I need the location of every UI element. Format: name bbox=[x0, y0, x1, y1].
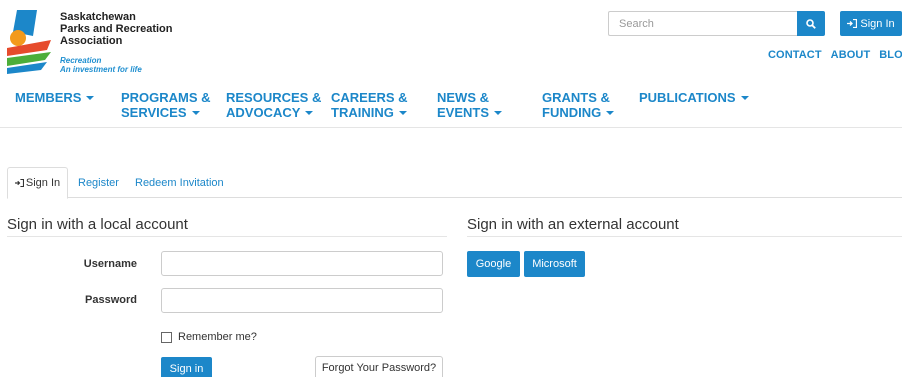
search-bar bbox=[608, 11, 825, 36]
nav-label: CAREERS & bbox=[331, 90, 408, 105]
caret-down-icon bbox=[86, 95, 95, 100]
blog-link[interactable]: BLOG bbox=[879, 49, 902, 61]
nav-label: MEMBERS bbox=[15, 90, 82, 105]
nav-members[interactable]: MEMBERS bbox=[15, 90, 95, 105]
header-sign-in-button[interactable]: Sign In bbox=[840, 11, 902, 36]
search-icon bbox=[806, 18, 816, 29]
caret-down-icon bbox=[398, 110, 407, 115]
caret-down-icon bbox=[606, 110, 615, 115]
nav-label: RESOURCES & bbox=[226, 90, 322, 105]
caret-down-icon bbox=[191, 110, 200, 115]
nav-publications[interactable]: PUBLICATIONS bbox=[639, 90, 749, 105]
brand-name-line: Saskatchewan bbox=[60, 11, 136, 23]
password-label: Password bbox=[85, 294, 137, 306]
nav-resources-advocacy[interactable]: RESOURCES & ADVOCACY bbox=[226, 90, 321, 120]
nav-label: ADVOCACY bbox=[226, 105, 301, 120]
microsoft-sign-in-button[interactable]: Microsoft bbox=[524, 251, 585, 277]
brand-tagline: Recreation An investment for life bbox=[60, 56, 142, 74]
brand-tagline-line: An investment for life bbox=[60, 65, 142, 74]
sign-in-button[interactable]: Sign in bbox=[161, 357, 212, 377]
username-field[interactable] bbox=[161, 251, 443, 276]
nav-careers-training[interactable]: CAREERS & TRAINING bbox=[331, 90, 408, 120]
nav-programs-services[interactable]: PROGRAMS & SERVICES bbox=[121, 90, 211, 120]
brand-tagline-line: Recreation bbox=[60, 56, 102, 65]
tab-label: Sign In bbox=[25, 177, 61, 189]
google-sign-in-button[interactable]: Google bbox=[467, 251, 520, 277]
nav-news-events[interactable]: NEWS & EVENTS bbox=[437, 90, 503, 120]
remember-me-label[interactable]: Remember me? bbox=[178, 331, 257, 343]
tab-register[interactable]: Register bbox=[78, 167, 119, 198]
nav-label: TRAINING bbox=[331, 105, 394, 120]
nav-grants-funding[interactable]: GRANTS & FUNDING bbox=[542, 90, 615, 120]
sign-in-icon bbox=[14, 179, 24, 187]
nav-label: NEWS & bbox=[437, 90, 489, 105]
header-sign-in-label: Sign In bbox=[860, 17, 895, 30]
brand-name-line: Parks and Recreation bbox=[60, 23, 173, 35]
utility-links: CONTACT ABOUT BLOG bbox=[768, 49, 902, 61]
search-button[interactable] bbox=[797, 11, 825, 36]
caret-down-icon bbox=[305, 110, 314, 115]
brand-name: Saskatchewan Parks and Recreation Associ… bbox=[60, 11, 173, 47]
sign-in-icon bbox=[847, 19, 858, 28]
nav-label: SERVICES bbox=[121, 105, 187, 120]
account-tabs: Sign In Register Redeem Invitation bbox=[7, 167, 902, 199]
main-nav: MEMBERS PROGRAMS & SERVICES RESOURCES & … bbox=[0, 90, 902, 128]
tab-redeem-invitation[interactable]: Redeem Invitation bbox=[135, 167, 224, 198]
external-account-heading: Sign in with an external account bbox=[467, 216, 679, 233]
brand-name-line: Association bbox=[60, 35, 123, 47]
tab-sign-in[interactable]: Sign In bbox=[7, 167, 68, 199]
nav-label: PROGRAMS & bbox=[121, 90, 211, 105]
local-account-heading: Sign in with a local account bbox=[7, 216, 188, 233]
password-field[interactable] bbox=[161, 288, 443, 313]
remember-me-row: Remember me? bbox=[161, 331, 257, 343]
nav-label: EVENTS bbox=[437, 105, 490, 120]
nav-label: PUBLICATIONS bbox=[639, 90, 736, 105]
contact-link[interactable]: CONTACT bbox=[768, 49, 822, 61]
divider bbox=[7, 236, 447, 237]
caret-down-icon bbox=[740, 95, 749, 100]
forgot-password-button[interactable]: Forgot Your Password? bbox=[315, 356, 443, 377]
brand-logo[interactable]: Saskatchewan Parks and Recreation Associ… bbox=[7, 10, 177, 76]
about-link[interactable]: ABOUT bbox=[831, 49, 871, 61]
username-label: Username bbox=[83, 258, 137, 270]
nav-label: GRANTS & bbox=[542, 90, 610, 105]
search-input[interactable] bbox=[608, 11, 797, 36]
logo-mark-icon bbox=[7, 10, 51, 74]
divider bbox=[467, 236, 902, 237]
remember-me-checkbox[interactable] bbox=[161, 331, 172, 343]
nav-label: FUNDING bbox=[542, 105, 602, 120]
caret-down-icon bbox=[494, 110, 503, 115]
